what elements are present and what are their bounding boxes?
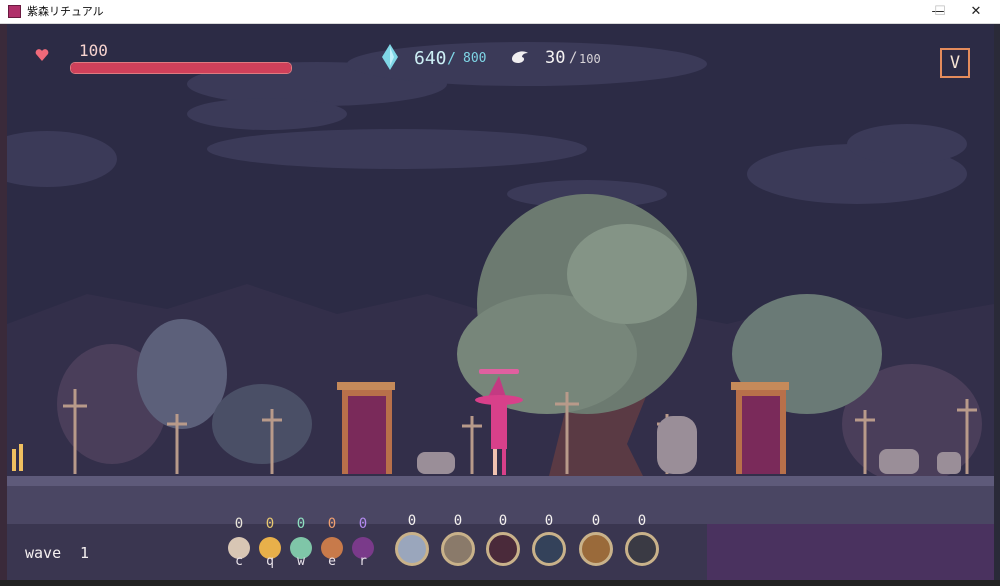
soul-separator: / — [569, 50, 578, 66]
item-count-e: 0 — [327, 516, 337, 532]
hp-bar-fill — [71, 63, 291, 73]
knight-unit-icon[interactable] — [441, 532, 475, 566]
unit-count-beast: 0 — [591, 513, 601, 529]
item-key-q: q — [266, 554, 274, 569]
window-title: 紫森リチュアル — [27, 5, 104, 18]
portal-door-left — [337, 382, 395, 474]
crystal-current: 640 — [414, 48, 447, 69]
item-count-q: 0 — [265, 516, 275, 532]
unit-count-knight: 0 — [453, 513, 463, 529]
soul-current: 30 — [545, 48, 566, 68]
right-frame — [994, 24, 1000, 586]
game-canvas[interactable]: 100 640 / 800 30 / 100 V wave 1 0 c 0 q … — [7, 24, 994, 580]
wave-label: wave — [25, 544, 62, 562]
game-scene — [7, 42, 994, 580]
item-count-w: 0 — [296, 516, 306, 532]
hp-bar — [70, 62, 292, 74]
slime-unit-icon[interactable] — [532, 532, 566, 566]
left-frame — [0, 24, 7, 586]
crystal-icon — [382, 44, 398, 70]
item-key-r: r — [359, 554, 367, 569]
heart-icon — [35, 49, 49, 61]
ground-edge — [7, 476, 994, 486]
menu-v-button[interactable]: V — [940, 48, 970, 78]
app-icon — [8, 5, 21, 18]
crystal-max: 800 — [463, 51, 487, 66]
item-count-r: 0 — [358, 516, 368, 532]
minimize-button-alt[interactable] — [868, 0, 912, 24]
unit-count-ghost: 0 — [407, 513, 417, 529]
window-titlebar: 紫森リチュアル — ☐ ✕ — [0, 0, 1000, 24]
crystal-separator: / — [447, 49, 457, 67]
bottom-frame — [0, 580, 1000, 586]
item-key-e: e — [328, 554, 336, 569]
wave-number: 1 — [80, 544, 90, 562]
portal-door-right — [731, 382, 789, 474]
item-count-c: 0 — [234, 516, 244, 532]
unit-count-skull: 0 — [637, 513, 647, 529]
soul-icon — [512, 51, 528, 63]
hp-value: 100 — [79, 41, 108, 60]
unit-count-slime: 0 — [544, 513, 554, 529]
magic-glow — [707, 524, 994, 580]
soul-max: 100 — [579, 52, 601, 66]
close-button[interactable]: ✕ — [954, 0, 998, 24]
item-key-c: c — [235, 554, 243, 569]
item-key-w: w — [297, 554, 305, 569]
beast-unit-icon[interactable] — [579, 532, 613, 566]
unit-count-bat: 0 — [498, 513, 508, 529]
bat-unit-icon[interactable] — [486, 532, 520, 566]
ghost-unit-icon[interactable] — [395, 532, 429, 566]
skull-unit-icon[interactable] — [625, 532, 659, 566]
